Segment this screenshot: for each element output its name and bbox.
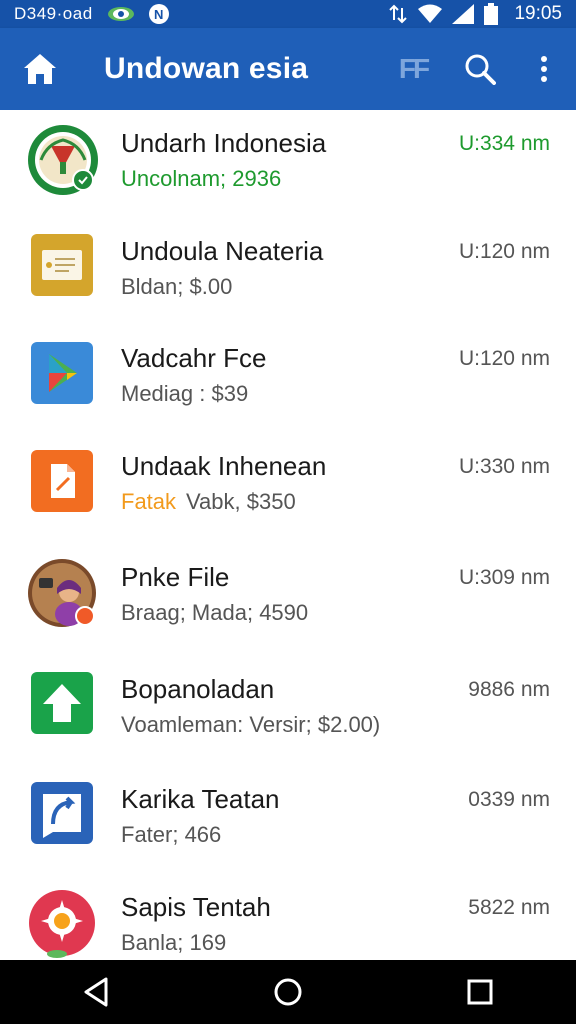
upload-icon (31, 672, 93, 734)
emblem-icon (28, 125, 98, 195)
app-title: Pnke File (121, 562, 230, 592)
app-subtitle: Mediag : $39 (121, 381, 249, 406)
app-size: 5822 nm (468, 896, 550, 919)
recents-icon (467, 979, 493, 1005)
app-title: Vadcahr Fce (121, 343, 267, 373)
vpn-notification-icon (107, 7, 134, 21)
search-button[interactable] (448, 28, 512, 110)
app-size: 9886 nm (468, 678, 550, 701)
status-left-text: D349·oad (14, 4, 93, 23)
app-size: U:334 nm (458, 132, 550, 155)
back-button[interactable] (56, 960, 136, 1024)
list-item[interactable]: Undaak Inhenean Fatak Vabk, $350 U:330 n… (0, 427, 576, 537)
app-title: Undarh Indonesia (121, 128, 327, 158)
n-notification-icon: N (148, 4, 169, 24)
list-item[interactable]: Undoula Neateria Bldan; $.00 U:120 nm (0, 212, 576, 320)
file-icon (31, 450, 93, 512)
app-size: U:330 nm (458, 455, 550, 478)
app-size: 0339 nm (468, 788, 550, 811)
list-item[interactable]: Karika Teatan Fater; 466 0339 nm (0, 758, 576, 869)
avatar-icon (28, 559, 96, 627)
document-icon (31, 234, 93, 296)
app-subtitle: Voamleman: Versir; $2.00) (121, 712, 381, 737)
home-nav-button[interactable] (248, 960, 328, 1024)
app-size: U:120 nm (458, 347, 550, 370)
app-title: Undoula Neateria (121, 236, 324, 266)
app-subtitle: Fater; 466 (121, 822, 222, 847)
app-list: Undarh Indonesia Uncolnam; 2936 U:334 nm… (0, 110, 576, 960)
list-item[interactable]: Bopanoladan Voamleman: Versir; $2.00) 98… (0, 648, 576, 759)
app-title: Karika Teatan (121, 784, 280, 814)
battery-icon (484, 3, 499, 25)
more-vert-icon (541, 56, 547, 82)
app-size: U:120 nm (458, 240, 550, 263)
wifi-icon (418, 4, 443, 23)
chat-icon (31, 782, 93, 844)
app-title: Sapis Tentah (121, 892, 271, 922)
data-transfer-icon (389, 4, 408, 24)
app-subtitle: Uncolnam; 2936 (121, 166, 282, 191)
home-button[interactable] (0, 28, 80, 110)
home-circle-icon (274, 978, 302, 1006)
navigation-bar (0, 960, 576, 1024)
app-subtitle: Vabk, $350 (186, 489, 296, 514)
list-item[interactable]: Sapis Tentah Banla; 169 5822 nm (0, 868, 576, 960)
signal-icon (452, 4, 475, 24)
search-icon (465, 54, 496, 85)
app-bar: Undowan esia FF (0, 28, 576, 110)
app-subtitle-accent: Fatak (121, 489, 177, 514)
app-title: Undaak Inhenean (121, 451, 327, 481)
list-item[interactable]: Vadcahr Fce Mediag : $39 U:120 nm (0, 319, 576, 428)
back-icon (84, 977, 108, 1007)
flower-icon (29, 890, 95, 958)
list-item[interactable]: Pnke File Braag; Mada; 4590 U:309 nm (0, 536, 576, 649)
recents-button[interactable] (440, 960, 520, 1024)
app-subtitle: Banla; 169 (121, 930, 227, 955)
status-clock: 19:05 (514, 3, 562, 24)
status-bar: D349·oad N 19:05 (0, 0, 576, 28)
app-subtitle: Bldan; $.00 (121, 274, 233, 299)
app-subtitle: Braag; Mada; 4590 (121, 600, 309, 625)
home-icon (24, 54, 56, 84)
play-store-icon (31, 342, 93, 404)
ff-label: FF (398, 53, 430, 84)
app-title: Undowan esia (104, 52, 309, 85)
app-size: U:309 nm (458, 566, 550, 589)
list-item[interactable]: Undarh Indonesia Uncolnam; 2936 U:334 nm (0, 110, 576, 213)
app-title: Bopanoladan (121, 674, 275, 704)
overflow-menu-button[interactable] (512, 28, 576, 110)
